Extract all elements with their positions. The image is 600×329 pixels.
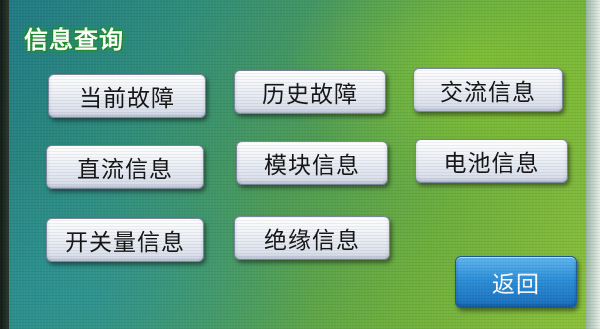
screen-bezel-right [586, 0, 600, 329]
back-button[interactable]: 返回 [455, 256, 577, 308]
back-button-label: 返回 [492, 272, 540, 298]
ac-info-button[interactable]: 交流信息 [413, 68, 563, 112]
page-title: 信息查询 [24, 26, 124, 54]
switch-info-label: 开关量信息 [65, 230, 185, 256]
current-faults-label: 当前故障 [79, 86, 175, 112]
ac-info-label: 交流信息 [440, 80, 536, 106]
dc-info-label: 直流信息 [77, 157, 173, 183]
switch-info-button[interactable]: 开关量信息 [46, 218, 204, 262]
info-query-screen: 信息查询 当前故障 历史故障 交流信息 直流信息 模块信息 电池信息 开关量信息… [0, 0, 600, 329]
module-info-label: 模块信息 [264, 153, 360, 179]
battery-info-button[interactable]: 电池信息 [415, 139, 568, 183]
dc-info-button[interactable]: 直流信息 [46, 145, 204, 189]
current-faults-button[interactable]: 当前故障 [48, 74, 206, 118]
module-info-button[interactable]: 模块信息 [236, 141, 388, 185]
insulation-info-button[interactable]: 绝缘信息 [234, 216, 390, 260]
battery-info-label: 电池信息 [443, 151, 540, 177]
screen-bezel-left [0, 0, 9, 329]
insulation-info-label: 绝缘信息 [264, 228, 360, 254]
history-faults-label: 历史故障 [262, 82, 358, 108]
history-faults-button[interactable]: 历史故障 [234, 70, 386, 114]
